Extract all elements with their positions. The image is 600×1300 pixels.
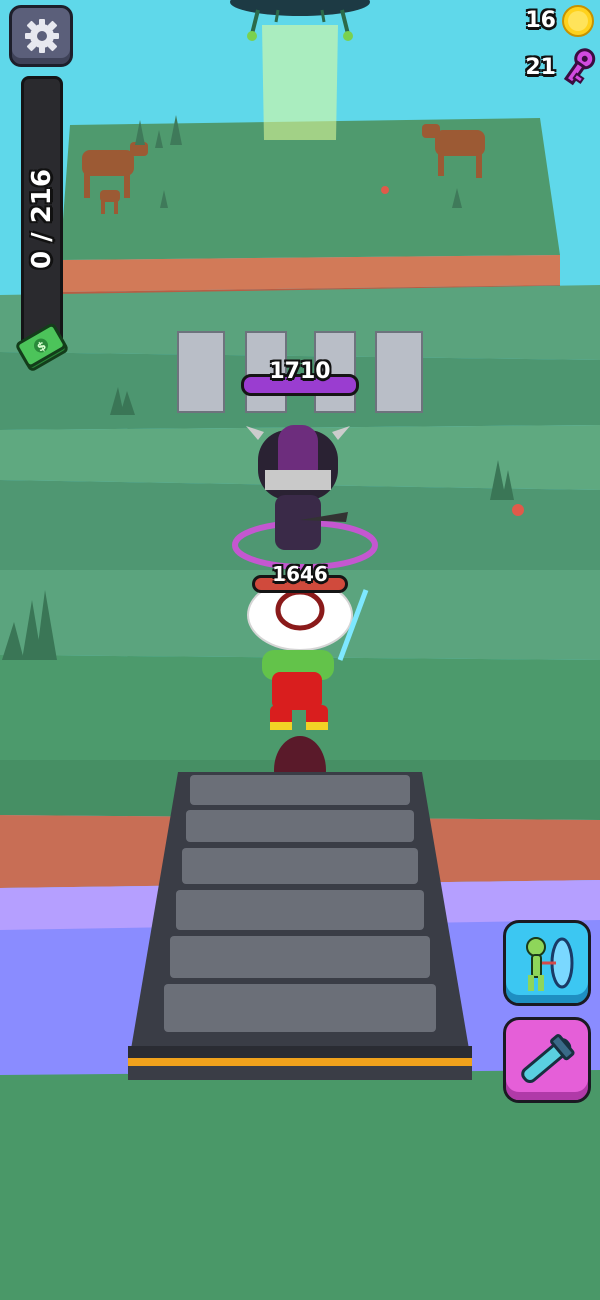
ufo: [230, 0, 370, 140]
cash-icon: $: [16, 323, 68, 371]
weapon-ability-button[interactable]: [503, 1017, 591, 1103]
alien-portal-icon: [526, 937, 574, 991]
game-scene: [0, 0, 600, 1300]
progress-label: 0 / 216: [27, 169, 57, 269]
flower: [512, 504, 524, 516]
key-count: 21: [525, 55, 556, 80]
key-icon: [563, 48, 596, 86]
portal-ability-button[interactable]: [503, 920, 591, 1006]
weapon-icon: [521, 1034, 575, 1084]
player-health-value: 1646: [272, 562, 328, 586]
coin-count: 16: [525, 8, 556, 33]
gear-icon: [25, 19, 59, 53]
cash-progress-bar: 0 / 216: [21, 76, 63, 356]
coin-icon: [562, 5, 594, 37]
settings-button[interactable]: [9, 5, 73, 67]
stair-ramp: [128, 772, 472, 1080]
boss-health-value: 1710: [269, 359, 331, 384]
flower: [381, 186, 389, 194]
